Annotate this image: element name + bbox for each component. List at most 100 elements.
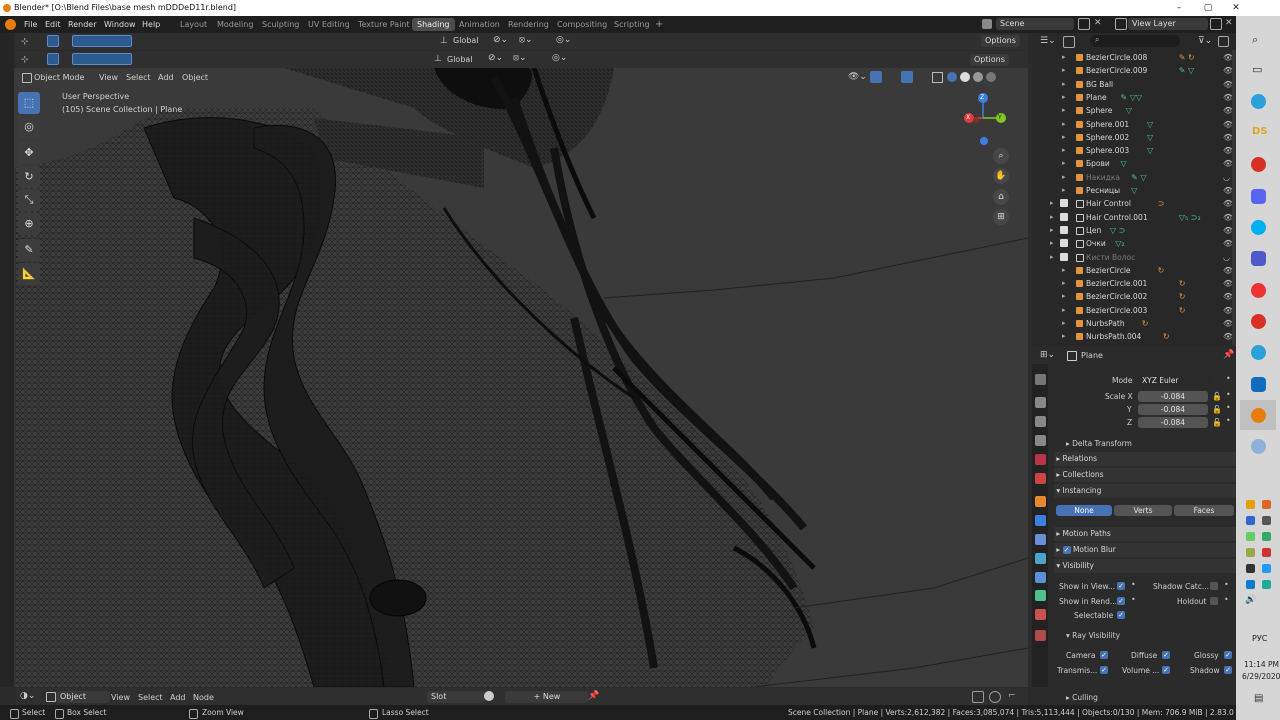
shader-type-dropdown[interactable]: Object bbox=[56, 691, 110, 703]
zoom-icon[interactable]: ⌕ bbox=[993, 148, 1009, 164]
modifier-icons[interactable]: ✎ ▽ bbox=[1179, 64, 1194, 77]
instancing-verts-button[interactable]: Verts bbox=[1114, 505, 1172, 516]
expand-chevron-icon[interactable]: ▸ bbox=[1062, 290, 1066, 303]
tray-onedrive-icon[interactable] bbox=[1246, 580, 1255, 589]
teams-icon[interactable] bbox=[1251, 251, 1266, 266]
telegram-icon[interactable] bbox=[1251, 94, 1266, 109]
modifier-icons[interactable]: ↻ bbox=[1179, 290, 1186, 303]
tab-scripting[interactable]: Scripting bbox=[609, 18, 655, 31]
modifier-icons[interactable]: ▽ bbox=[1126, 104, 1132, 117]
tray-app6-icon[interactable] bbox=[1246, 564, 1255, 573]
expand-chevron-icon[interactable]: ▸ bbox=[1062, 264, 1066, 277]
camera-view-icon[interactable]: ⌂ bbox=[993, 189, 1009, 205]
keyframe-dot-icon[interactable]: • bbox=[1226, 374, 1231, 383]
outliner-row[interactable]: ▸ Hair Control.001 ▽₅ ⊃₃ 👁 bbox=[1032, 211, 1236, 224]
collection-checkbox[interactable] bbox=[1060, 253, 1068, 261]
shader-menu-view[interactable]: View bbox=[111, 693, 130, 702]
new-view-layer-icon[interactable] bbox=[1210, 18, 1222, 30]
object-tab-icon[interactable] bbox=[1035, 496, 1046, 507]
scene-tab-icon[interactable] bbox=[1035, 454, 1046, 465]
expand-chevron-icon[interactable]: ▸ bbox=[1062, 317, 1066, 330]
shader-menu-add[interactable]: Add bbox=[170, 693, 186, 702]
tray-dropbox-icon[interactable] bbox=[1246, 516, 1255, 525]
display-mode-icon[interactable] bbox=[1063, 36, 1075, 48]
discord-icon[interactable] bbox=[1251, 189, 1266, 204]
outliner-row[interactable]: ▸ Hair Control ⊃ 👁 bbox=[1032, 197, 1236, 210]
new-collection-icon[interactable] bbox=[1218, 36, 1229, 47]
lock-y-icon[interactable]: 🔓 bbox=[1212, 405, 1222, 414]
expand-chevron-icon[interactable]: ▸ bbox=[1062, 118, 1066, 131]
collections-panel-header[interactable]: ▸ Collections bbox=[1054, 468, 1236, 482]
clock-date[interactable]: 6/29/2020 bbox=[1242, 672, 1280, 681]
mode-selector[interactable]: Object Mode bbox=[20, 72, 90, 84]
snap-mode-icon[interactable]: ⌐ bbox=[1008, 691, 1016, 701]
viewport-menu-select[interactable]: Select bbox=[126, 72, 151, 84]
editor-type-icon[interactable]: ◑⌄ bbox=[20, 691, 35, 701]
view-transform-icon[interactable]: ⊹ bbox=[21, 37, 29, 47]
keyframe-y-icon[interactable]: • bbox=[1226, 403, 1231, 412]
task-view-icon[interactable]: ▭ bbox=[1252, 63, 1262, 76]
tab-shading[interactable]: Shading bbox=[412, 18, 455, 31]
delete-view-layer-icon[interactable]: ✕ bbox=[1225, 18, 1233, 28]
collection-checkbox[interactable] bbox=[1060, 213, 1068, 221]
motion-blur-panel-header[interactable]: ▸ Motion Blur bbox=[1054, 543, 1236, 557]
ray-visibility-header[interactable]: ▾ Ray Visibility bbox=[1066, 631, 1120, 640]
render-tab-icon[interactable] bbox=[1035, 397, 1046, 408]
outliner-row[interactable]: ▸ Накидка ✎ ▽ ◡ bbox=[1032, 171, 1236, 184]
viewport-menu-view[interactable]: View bbox=[99, 72, 118, 84]
expand-chevron-icon[interactable]: ▸ bbox=[1062, 104, 1066, 117]
expand-chevron-icon[interactable]: ▸ bbox=[1062, 64, 1066, 77]
visibility-panel-header[interactable]: ▾ Visibility bbox=[1054, 559, 1236, 573]
outliner-search-input[interactable]: ⌕ bbox=[1090, 35, 1180, 47]
view-transform-icon-2[interactable]: ⊹ bbox=[21, 55, 29, 65]
modifier-icons[interactable]: ▽ bbox=[1147, 144, 1153, 157]
expand-chevron-icon[interactable]: ▸ bbox=[1062, 157, 1066, 170]
diffuse-ray-checkbox[interactable] bbox=[1162, 651, 1170, 659]
visibility-eye-icon[interactable]: ◡ bbox=[1223, 251, 1230, 264]
transform-tool-icon[interactable]: ⊕ bbox=[18, 213, 40, 235]
relations-panel-header[interactable]: ▸ Relations bbox=[1054, 452, 1236, 466]
menu-help[interactable]: Help bbox=[142, 16, 160, 33]
scale-z-field[interactable]: -0.084 bbox=[1138, 417, 1208, 428]
transmission-ray-checkbox[interactable] bbox=[1100, 666, 1108, 674]
collection-checkbox[interactable] bbox=[1060, 239, 1068, 247]
search-taskbar-icon[interactable]: ⌕ bbox=[1252, 33, 1258, 47]
outliner-row[interactable]: ▸ Ресницы ▽ 👁 bbox=[1032, 184, 1236, 197]
options-dropdown-top[interactable]: Options bbox=[981, 35, 1020, 47]
viewport-menu-object[interactable]: Object bbox=[182, 72, 208, 84]
proportional-edit-icon-2[interactable]: ◎⌄ bbox=[552, 53, 567, 63]
outliner-row[interactable]: ▸ BezierCircle.008 ✎ ↻ 👁 bbox=[1032, 51, 1236, 64]
maximize-button[interactable]: ▢ bbox=[1194, 0, 1222, 16]
visibility-eye-icon[interactable]: ◡ bbox=[1223, 171, 1230, 184]
modifier-icons[interactable]: ▽ bbox=[1121, 157, 1127, 170]
show-in-renders-checkbox[interactable] bbox=[1117, 597, 1125, 605]
pivot-point-icon-2[interactable]: ⊘⌄ bbox=[488, 53, 503, 63]
tray-app2-icon[interactable] bbox=[1262, 516, 1271, 525]
delete-scene-icon[interactable]: ✕ bbox=[1094, 18, 1102, 28]
notifications-icon[interactable]: ▤ bbox=[1254, 693, 1263, 704]
shadow-catcher-checkbox[interactable] bbox=[1210, 582, 1218, 590]
selectable-checkbox[interactable] bbox=[1117, 611, 1125, 619]
new-scene-icon[interactable] bbox=[1078, 18, 1090, 30]
motion-blur-checkbox[interactable] bbox=[1062, 546, 1071, 554]
scene-selector[interactable]: Scene bbox=[996, 18, 1074, 30]
outliner-row[interactable]: ▸ BezierCircle.001 ↻ 👁 bbox=[1032, 277, 1236, 290]
outliner-row[interactable]: ▸ Sphere ▽ 👁 bbox=[1032, 104, 1236, 117]
pan-hand-icon[interactable]: ✋ bbox=[993, 168, 1009, 184]
backdrop-icon[interactable] bbox=[972, 691, 984, 703]
instancing-faces-button[interactable]: Faces bbox=[1174, 505, 1234, 516]
skype-icon[interactable] bbox=[1251, 220, 1266, 235]
chrome-2-icon[interactable] bbox=[1251, 314, 1266, 329]
scale-y-field[interactable]: -0.084 bbox=[1138, 404, 1208, 415]
orientation-dropdown-2[interactable]: Global bbox=[447, 55, 473, 64]
tab-compositing[interactable]: Compositing bbox=[552, 18, 612, 31]
outliner-row[interactable]: ▸ BezierCircle.002 ↻ 👁 bbox=[1032, 290, 1236, 303]
measure-tool-icon[interactable]: 📐 bbox=[18, 263, 40, 285]
expand-chevron-icon[interactable]: ▸ bbox=[1062, 277, 1066, 290]
outliner-row[interactable]: ▸ BezierCircle ↻ 👁 bbox=[1032, 264, 1236, 277]
material-browse-icon[interactable] bbox=[484, 691, 494, 701]
modifiers-tab-icon[interactable] bbox=[1035, 515, 1046, 526]
rotation-mode-dropdown[interactable]: XYZ Euler bbox=[1138, 375, 1212, 386]
keyframe-render-icon[interactable]: • bbox=[1131, 595, 1136, 604]
tab-uv-editing[interactable]: UV Editing bbox=[303, 18, 355, 31]
